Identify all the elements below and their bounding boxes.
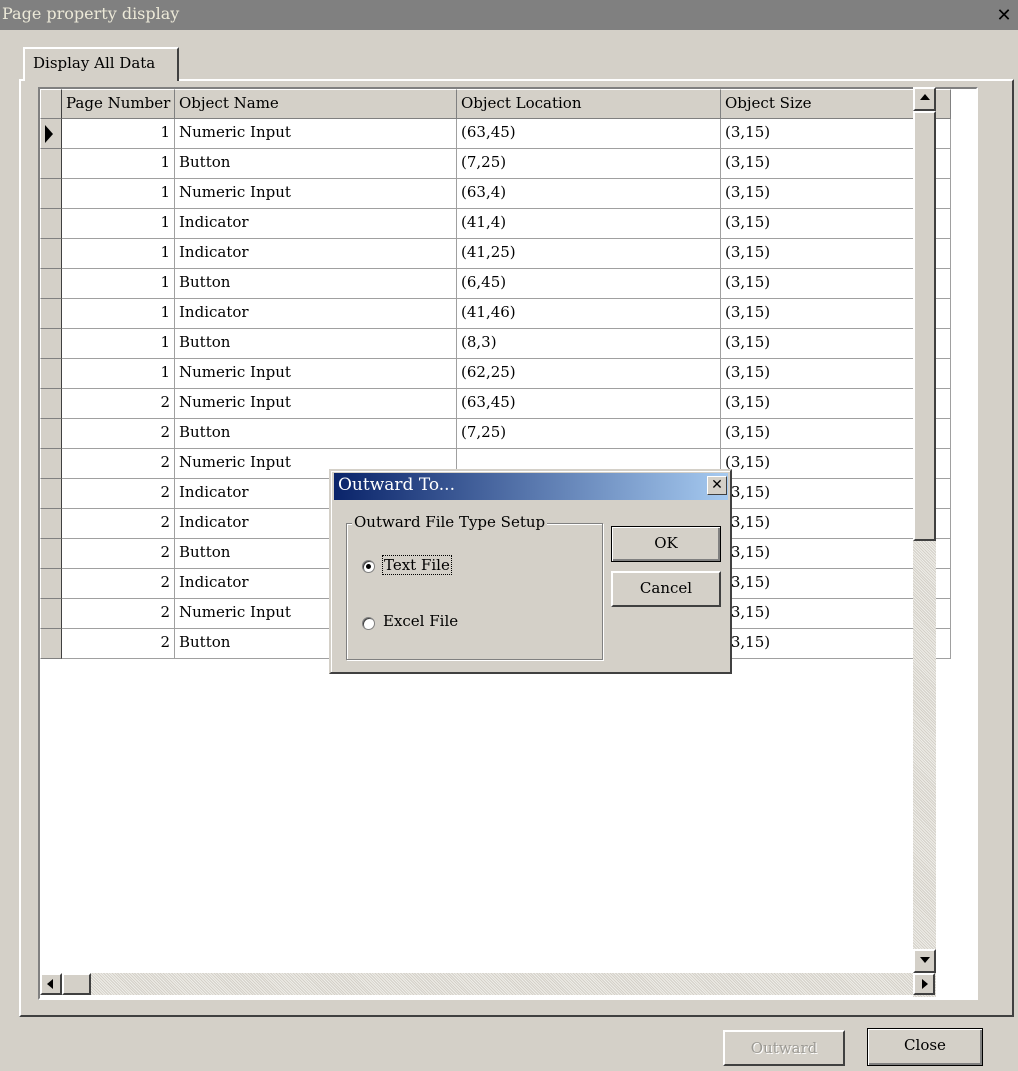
row-indicator[interactable] bbox=[40, 389, 62, 419]
scroll-right-button[interactable] bbox=[913, 973, 935, 995]
header-indicator bbox=[40, 89, 62, 119]
cell-object-location[interactable]: (62,25) bbox=[457, 359, 721, 389]
arrow-right-icon bbox=[922, 979, 928, 989]
cell-object-location[interactable]: (7,25) bbox=[457, 419, 721, 449]
cell-object-location[interactable]: (41,25) bbox=[457, 239, 721, 269]
current-row-arrow-icon bbox=[45, 125, 53, 143]
row-indicator[interactable] bbox=[40, 419, 62, 449]
cell-object-location[interactable]: (6,45) bbox=[457, 269, 721, 299]
column-header-page-number[interactable]: Page Number bbox=[62, 89, 175, 119]
cell-object-location[interactable]: (41,46) bbox=[457, 299, 721, 329]
cell-object-location[interactable]: (63,45) bbox=[457, 119, 721, 149]
cell-page-number[interactable]: 2 bbox=[62, 599, 175, 629]
cell-object-location[interactable]: (7,25) bbox=[457, 149, 721, 179]
cell-page-number[interactable]: 1 bbox=[62, 119, 175, 149]
file-type-groupbox bbox=[346, 523, 603, 660]
outward-dialog: Outward To... ✕ Outward File Type Setup … bbox=[329, 469, 732, 674]
cell-object-name[interactable]: Button bbox=[175, 419, 457, 449]
cell-page-number[interactable]: 2 bbox=[62, 539, 175, 569]
column-header-object-name[interactable]: Object Name bbox=[175, 89, 457, 119]
cell-object-name[interactable]: Indicator bbox=[175, 299, 457, 329]
cell-object-name[interactable]: Numeric Input bbox=[175, 119, 457, 149]
arrow-left-icon bbox=[47, 979, 53, 989]
cell-object-name[interactable]: Button bbox=[175, 269, 457, 299]
cell-object-location[interactable]: (8,3) bbox=[457, 329, 721, 359]
cell-object-name[interactable]: Numeric Input bbox=[175, 359, 457, 389]
cancel-button[interactable]: Cancel bbox=[611, 571, 721, 607]
row-indicator[interactable] bbox=[40, 539, 62, 569]
arrow-up-icon bbox=[919, 94, 930, 100]
vertical-scroll-thumb[interactable] bbox=[913, 111, 936, 541]
radio-selected-dot-icon bbox=[366, 564, 371, 569]
cell-object-name[interactable]: Numeric Input bbox=[175, 179, 457, 209]
cell-page-number[interactable]: 2 bbox=[62, 389, 175, 419]
arrow-down-icon bbox=[919, 957, 930, 963]
cell-page-number[interactable]: 1 bbox=[62, 179, 175, 209]
tab-label: Display All Data bbox=[33, 54, 156, 72]
cell-object-location[interactable]: (63,45) bbox=[457, 389, 721, 419]
cell-page-number[interactable]: 1 bbox=[62, 359, 175, 389]
cell-page-number[interactable]: 1 bbox=[62, 209, 175, 239]
cell-page-number[interactable]: 2 bbox=[62, 629, 175, 659]
dialog-close-icon[interactable]: ✕ bbox=[707, 476, 727, 495]
cell-page-number[interactable]: 2 bbox=[62, 509, 175, 539]
vertical-scrollbar[interactable] bbox=[913, 87, 936, 997]
cell-object-name[interactable]: Numeric Input bbox=[175, 389, 457, 419]
text-file-label[interactable]: Text File bbox=[382, 555, 452, 575]
row-indicator[interactable] bbox=[40, 299, 62, 329]
dialog-title: Outward To... bbox=[338, 475, 455, 495]
text-file-radio[interactable] bbox=[362, 560, 375, 573]
cell-object-name[interactable]: Indicator bbox=[175, 209, 457, 239]
cell-page-number[interactable]: 1 bbox=[62, 149, 175, 179]
cell-object-name[interactable]: Button bbox=[175, 149, 457, 179]
row-indicator[interactable] bbox=[40, 479, 62, 509]
row-indicator[interactable] bbox=[40, 449, 62, 479]
close-icon[interactable]: ✕ bbox=[994, 7, 1014, 25]
cell-object-location[interactable]: (41,4) bbox=[457, 209, 721, 239]
groupbox-label: Outward File Type Setup bbox=[352, 513, 548, 531]
ok-button[interactable]: OK bbox=[611, 526, 721, 562]
row-indicator[interactable] bbox=[40, 569, 62, 599]
excel-file-label[interactable]: Excel File bbox=[383, 612, 458, 630]
excel-file-radio[interactable] bbox=[362, 617, 375, 630]
tab-display-all-data[interactable]: Display All Data bbox=[23, 47, 179, 81]
window-title: Page property display bbox=[2, 4, 180, 23]
cell-page-number[interactable]: 2 bbox=[62, 569, 175, 599]
cell-page-number[interactable]: 1 bbox=[62, 329, 175, 359]
window-title-bar: Page property display ✕ bbox=[0, 0, 1018, 30]
cell-page-number[interactable]: 2 bbox=[62, 479, 175, 509]
scroll-up-button[interactable] bbox=[913, 87, 936, 111]
row-indicator[interactable] bbox=[40, 329, 62, 359]
row-indicator[interactable] bbox=[40, 119, 62, 149]
close-button[interactable]: Close bbox=[867, 1028, 983, 1066]
row-indicator[interactable] bbox=[40, 209, 62, 239]
cell-object-name[interactable]: Button bbox=[175, 329, 457, 359]
cell-page-number[interactable]: 2 bbox=[62, 419, 175, 449]
row-indicator[interactable] bbox=[40, 239, 62, 269]
row-indicator[interactable] bbox=[40, 509, 62, 539]
horizontal-scrollbar[interactable] bbox=[40, 973, 935, 995]
cell-object-location[interactable]: (63,4) bbox=[457, 179, 721, 209]
cell-page-number[interactable]: 1 bbox=[62, 269, 175, 299]
column-header-object-location[interactable]: Object Location bbox=[457, 89, 721, 119]
row-indicator[interactable] bbox=[40, 359, 62, 389]
row-indicator[interactable] bbox=[40, 149, 62, 179]
row-indicator[interactable] bbox=[40, 269, 62, 299]
cell-page-number[interactable]: 2 bbox=[62, 449, 175, 479]
row-indicator[interactable] bbox=[40, 599, 62, 629]
cell-page-number[interactable]: 1 bbox=[62, 299, 175, 329]
dialog-title-bar: Outward To... ✕ bbox=[334, 473, 728, 500]
row-indicator[interactable] bbox=[40, 629, 62, 659]
scroll-left-button[interactable] bbox=[40, 973, 62, 995]
cell-page-number[interactable]: 1 bbox=[62, 239, 175, 269]
scroll-down-button[interactable] bbox=[913, 949, 936, 973]
horizontal-scroll-thumb[interactable] bbox=[62, 973, 91, 995]
outward-button[interactable]: Outward bbox=[723, 1030, 845, 1066]
cell-object-name[interactable]: Indicator bbox=[175, 239, 457, 269]
row-indicator[interactable] bbox=[40, 179, 62, 209]
